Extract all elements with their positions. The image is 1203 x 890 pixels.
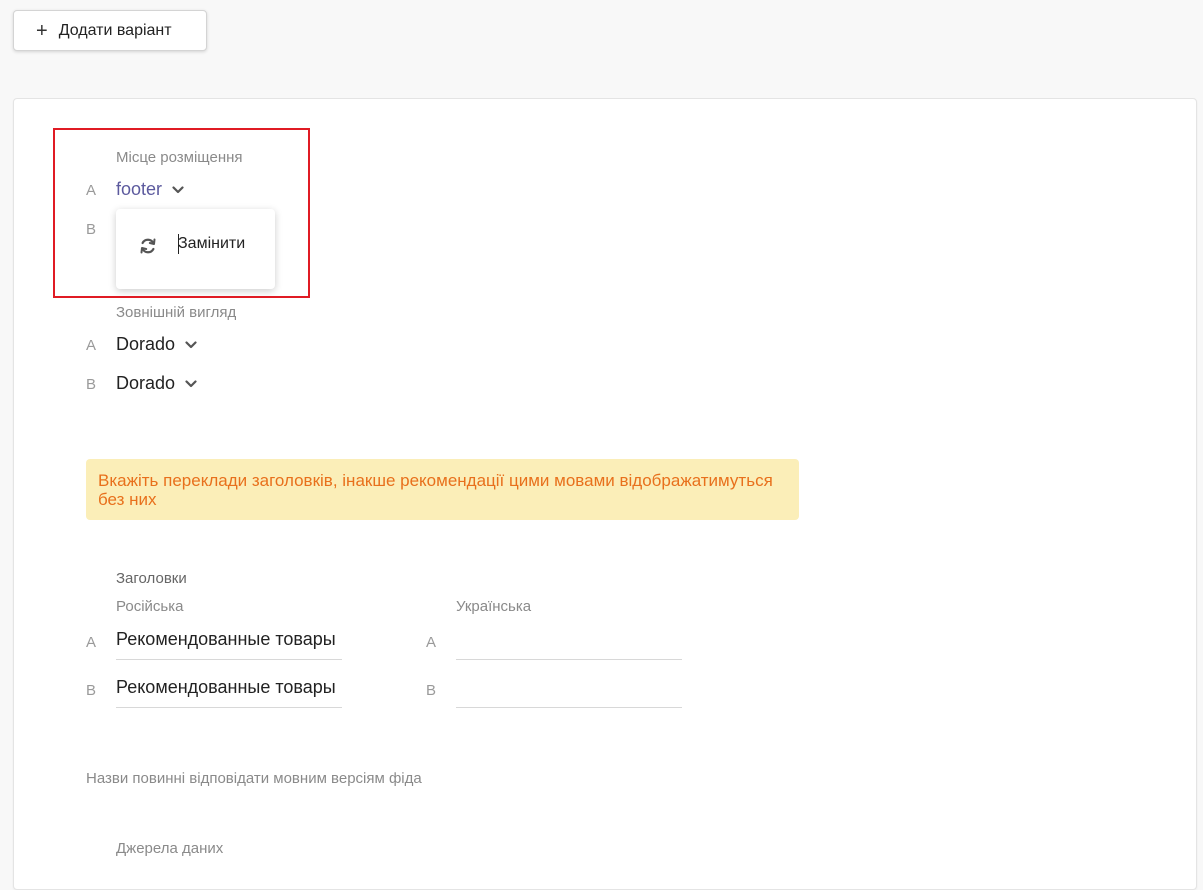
russian-title-value-a: Рекомендованные товары [116,629,336,649]
variant-b-label: B [426,682,437,699]
translation-warning: Вкажіть переклади заголовків, інакше рек… [86,459,799,520]
russian-title-input-b[interactable]: Рекомендованные товары [116,674,342,708]
appearance-select-a[interactable]: Dorado [116,334,197,355]
ukrainian-title-input-a[interactable] [456,626,682,660]
russian-column-label: Російська [116,598,184,615]
variant-b-label: B [86,682,97,699]
appearance-value-a: Dorado [116,334,176,354]
warning-text: Вкажіть переклади заголовків, інакше рек… [98,471,773,509]
add-variant-button[interactable]: + Додати варіант [13,10,207,51]
data-sources-label: Джерела даних [116,840,224,857]
ukrainian-column-label: Українська [456,598,532,615]
add-variant-label: Додати варіант [58,21,172,39]
appearance-label: Зовнішній вигляд [116,304,237,321]
chevron-down-icon [185,340,197,349]
titles-label: Заголовки [116,570,187,587]
highlight-box [53,128,310,298]
appearance-select-b[interactable]: Dorado [116,373,197,394]
russian-title-value-b: Рекомендованные товары [116,677,336,697]
russian-title-input-a[interactable]: Рекомендованные товары [116,626,342,660]
variant-a-label: A [86,634,97,651]
plus-icon: + [36,19,48,42]
chevron-down-icon [185,379,197,388]
ukrainian-title-input-b[interactable] [456,674,682,708]
variant-a-label: A [86,337,97,354]
variant-b-label: B [86,376,97,393]
feed-note: Назви повинні відповідати мовним версіям… [86,770,422,787]
variant-a-label: A [426,634,437,651]
appearance-value-b: Dorado [116,373,176,393]
